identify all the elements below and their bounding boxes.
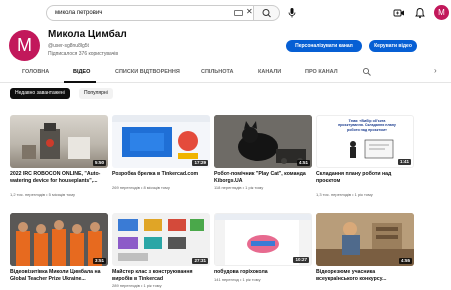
filter-popular[interactable]: Популярні xyxy=(79,88,113,99)
tab-playlists[interactable]: СПИСКИ ВІДТВОРЕННЯ xyxy=(115,69,180,75)
video-meta: 1,2 тис. переглядів • 5 місяців тому xyxy=(10,192,76,197)
manage-videos-button[interactable]: Керувати відео xyxy=(369,40,417,52)
video-duration: 27:31 xyxy=(192,258,208,264)
search-icon[interactable] xyxy=(362,67,372,77)
tab-about[interactable]: ПРО КАНАЛ xyxy=(305,69,338,75)
tab-active-indicator xyxy=(64,81,96,83)
mic-icon[interactable] xyxy=(285,6,299,20)
tab-videos[interactable]: ВІДЕО xyxy=(73,69,90,75)
video-duration: 4:51 xyxy=(296,160,310,166)
video-duration: 4:55 xyxy=(398,258,412,264)
video-title[interactable]: побудова горіхокола xyxy=(214,269,312,276)
tab-home[interactable]: ГОЛОВНА xyxy=(22,69,49,75)
video-title[interactable]: Майстер клас з конструювання виробів в T… xyxy=(112,269,210,282)
subscriber-count: Підписалося 376 користувачів xyxy=(48,51,119,57)
customize-channel-button[interactable]: Персоналізувати канал xyxy=(286,40,362,52)
video-thumbnail[interactable]: 17:29 xyxy=(112,115,210,168)
search-icon xyxy=(262,9,271,18)
video-meta: 269 переглядів • 8 місяців тому xyxy=(112,185,170,190)
keyboard-icon[interactable] xyxy=(234,10,243,16)
tab-community[interactable]: СПІЛЬНОТА xyxy=(201,69,234,75)
search-input[interactable]: микола петрович xyxy=(46,5,254,21)
video-thumbnail[interactable]: 10:27 xyxy=(214,213,312,266)
video-thumbnail[interactable]: 4:51 xyxy=(214,115,312,168)
clear-search-icon[interactable]: ✕ xyxy=(246,6,253,18)
video-duration: 5:50 xyxy=(92,160,106,166)
channel-avatar: M xyxy=(9,30,40,61)
filter-recent[interactable]: Недавно завантажені xyxy=(10,88,70,99)
video-title[interactable]: Розробка брелка в Tinkercad.com xyxy=(112,171,210,178)
channel-tabs: ГОЛОВНА ВІДЕО СПИСКИ ВІДТВОРЕННЯ СПІЛЬНО… xyxy=(0,63,451,83)
video-thumbnail[interactable]: Тема: «Вибір об'єкта проєктування. Склад… xyxy=(316,115,414,168)
video-title[interactable]: Відеовізитівка Миколи Цимбала на Global … xyxy=(10,269,108,282)
bell-icon[interactable] xyxy=(414,7,426,19)
top-bar: микола петрович ✕ M xyxy=(0,0,451,26)
video-duration: 3:51 xyxy=(92,258,106,264)
video-duration: 17:29 xyxy=(192,160,208,166)
video-duration: 1:41 xyxy=(397,159,411,165)
video-meta: 118 переглядів • 1 рік тому xyxy=(214,185,264,190)
search-button[interactable] xyxy=(254,5,280,21)
video-title[interactable]: Робот-помічник "Play Cat", команда Kibor… xyxy=(214,171,312,184)
video-meta: 1,3 тис. переглядів • 1 рік тому xyxy=(316,192,373,197)
video-title[interactable]: 2022 IRC ROBOCON ONLINE, "Auto-watering … xyxy=(10,171,108,184)
user-avatar[interactable]: M xyxy=(434,5,449,20)
video-title[interactable]: Відеорезюме учасника всеукраїнського кон… xyxy=(316,269,414,282)
video-thumbnail[interactable]: 5:50 xyxy=(10,115,108,168)
video-meta: 141 перегляд • 1 рік тому xyxy=(214,277,261,282)
video-thumbnail[interactable]: 4:55 xyxy=(316,213,414,266)
chevron-right-icon[interactable]: › xyxy=(434,66,437,75)
video-thumbnail[interactable]: 3:51 xyxy=(10,213,108,266)
video-meta: 289 переглядів • 1 рік тому xyxy=(112,283,162,288)
video-thumbnail[interactable]: 27:31 xyxy=(112,213,210,266)
tab-channels[interactable]: КАНАЛИ xyxy=(258,69,281,75)
video-duration: 10:27 xyxy=(293,257,309,263)
channel-handle: @user-sg8nu8lg5t xyxy=(48,43,89,49)
video-title[interactable]: Складання плану роботи над проєктом xyxy=(316,171,414,184)
channel-name: Микола Цимбал xyxy=(48,29,127,40)
create-icon[interactable] xyxy=(393,7,405,19)
